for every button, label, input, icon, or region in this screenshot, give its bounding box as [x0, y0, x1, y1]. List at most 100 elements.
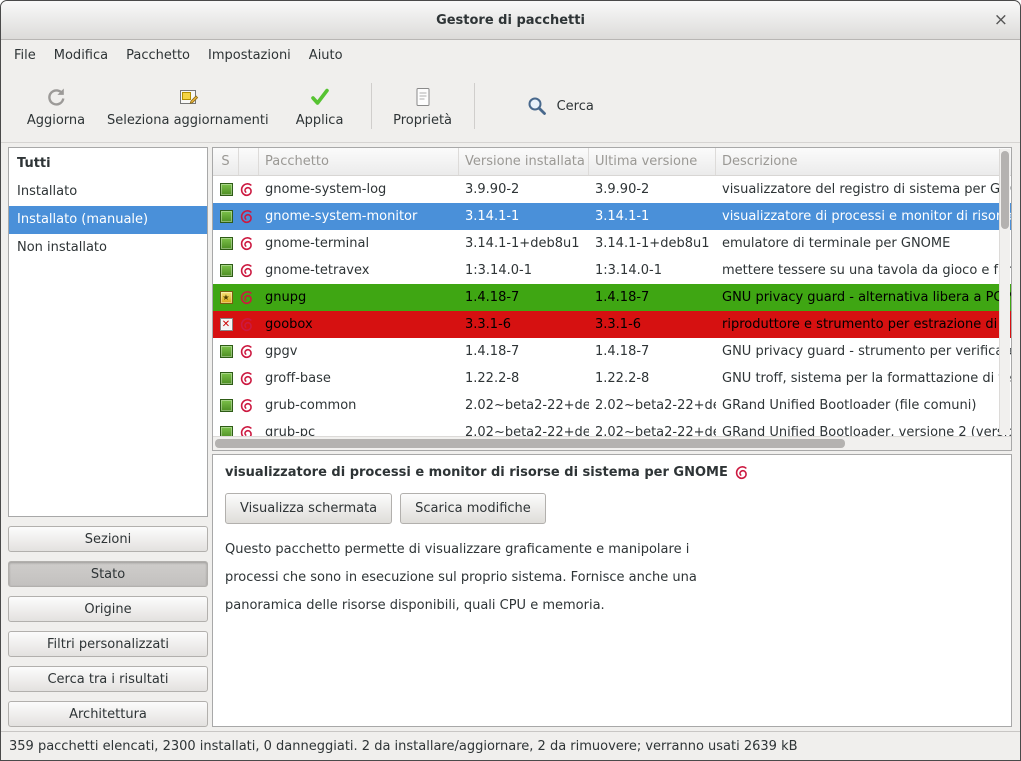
installed-version: 1:3.14.0-1 — [459, 263, 589, 278]
search-button[interactable]: Cerca — [511, 85, 608, 127]
status-filter-list: Tutti Installato Installato (manuale) No… — [8, 147, 208, 517]
installed-version: 1.4.18-7 — [459, 290, 589, 305]
status-bar: 359 pacchetti elencati, 2300 installati,… — [1, 731, 1020, 760]
download-changelog-button[interactable]: Scarica modifiche — [400, 493, 546, 524]
status-cell[interactable] — [213, 318, 239, 331]
table-row[interactable]: gnome-system-monitor 3.14.1-1 3.14.1-1 v… — [213, 203, 1011, 230]
installed-version: 1.22.2-8 — [459, 371, 589, 386]
table-row[interactable]: groff-base 1.22.2-8 1.22.2-8 GNU troff, … — [213, 365, 1011, 392]
description-line: panoramica delle risorse disponibili, qu… — [225, 592, 999, 620]
status-filter-item[interactable]: Non installato — [9, 234, 207, 262]
package-status-icon — [220, 345, 233, 358]
table-row[interactable]: grub-pc 2.02~beta2-22+de 2.02~beta2-22+d… — [213, 419, 1011, 436]
status-filter-item[interactable]: Tutti — [9, 150, 207, 178]
status-cell[interactable] — [213, 183, 239, 196]
package-status-icon — [220, 318, 233, 331]
package-status-icon — [220, 210, 233, 223]
main-area: Tutti Installato Installato (manuale) No… — [1, 143, 1020, 731]
column-header[interactable]: Descrizione — [716, 148, 1011, 175]
table-row[interactable]: grub-common 2.02~beta2-22+de 2.02~beta2-… — [213, 392, 1011, 419]
status-filter-item[interactable]: Installato — [9, 178, 207, 206]
table-row[interactable]: gpgv 1.4.18-7 1.4.18-7 GNU privacy guard… — [213, 338, 1011, 365]
latest-version: 3.9.90-2 — [589, 182, 716, 197]
table-row[interactable]: goobox 3.3.1-6 3.3.1-6 riproduttore e st… — [213, 311, 1011, 338]
horizontal-scrollbar[interactable] — [213, 436, 1011, 450]
menu-item[interactable]: Modifica — [45, 43, 117, 68]
filter-mode-button[interactable]: Cerca tra i risultati — [8, 666, 208, 692]
package-name: goobox — [259, 317, 459, 332]
search-label: Cerca — [557, 99, 594, 114]
column-header[interactable]: Pacchetto — [259, 148, 459, 175]
debian-swirl-icon — [239, 344, 254, 359]
column-header[interactable]: Versione installata — [459, 148, 589, 175]
status-cell[interactable] — [213, 264, 239, 277]
apply-button[interactable]: Applica — [279, 80, 361, 132]
filter-mode-button[interactable]: Origine — [8, 596, 208, 622]
filter-mode-button[interactable]: Sezioni — [8, 526, 208, 552]
refresh-icon — [44, 84, 68, 110]
view-screenshot-button[interactable]: Visualizza schermata — [225, 493, 392, 524]
swirl-cell — [239, 398, 259, 413]
package-status-icon — [220, 264, 233, 277]
table-row[interactable]: gnupg 1.4.18-7 1.4.18-7 GNU privacy guar… — [213, 284, 1011, 311]
properties-button[interactable]: Proprietà — [382, 80, 464, 132]
debian-swirl-icon — [239, 236, 254, 251]
menu-item[interactable]: Impostazioni — [199, 43, 300, 68]
toolbar-separator — [474, 83, 475, 129]
menu-item[interactable]: Pacchetto — [117, 43, 199, 68]
column-header[interactable]: Ultima versione — [589, 148, 716, 175]
vertical-scrollbar-thumb[interactable] — [1001, 151, 1009, 229]
menu-item[interactable]: Aiuto — [300, 43, 352, 68]
status-cell[interactable] — [213, 237, 239, 250]
table-header: S Pacchetto Versione installata Ultima v… — [213, 148, 1011, 176]
table-body: gnome-system-log 3.9.90-2 3.9.90-2 visua… — [213, 176, 1011, 436]
column-header[interactable]: S — [213, 148, 239, 175]
mark-upgrades-label: Seleziona aggiornamenti — [107, 113, 269, 128]
swirl-cell — [239, 371, 259, 386]
latest-version: 2.02~beta2-22+de — [589, 425, 716, 436]
close-icon[interactable]: × — [994, 10, 1008, 30]
installed-version: 1.4.18-7 — [459, 344, 589, 359]
latest-version: 1.4.18-7 — [589, 344, 716, 359]
mark-upgrades-button[interactable]: Seleziona aggiornamenti — [97, 80, 279, 132]
details-description: Questo pacchetto permette di visualizzar… — [225, 536, 999, 620]
status-cell[interactable] — [213, 426, 239, 436]
filter-mode-button[interactable]: Architettura — [8, 701, 208, 727]
menu-item[interactable]: File — [5, 43, 45, 68]
details-title-row: visualizzatore di processi e monitor di … — [225, 465, 999, 480]
status-filter-item[interactable]: Installato (manuale) — [9, 206, 207, 234]
package-status-icon — [220, 237, 233, 250]
filter-mode-button[interactable]: Filtri personalizzati — [8, 631, 208, 657]
horizontal-scrollbar-thumb[interactable] — [215, 439, 845, 448]
filter-mode-buttons: Sezioni Stato Origine Filtri personalizz… — [8, 526, 208, 727]
latest-version: 1.22.2-8 — [589, 371, 716, 386]
package-name: gnupg — [259, 290, 459, 305]
installed-version: 2.02~beta2-22+de — [459, 425, 589, 436]
table-row[interactable]: gnome-tetravex 1:3.14.0-1 1:3.14.0-1 met… — [213, 257, 1011, 284]
status-cell[interactable] — [213, 345, 239, 358]
package-name: groff-base — [259, 371, 459, 386]
installed-version: 3.3.1-6 — [459, 317, 589, 332]
vertical-scrollbar[interactable] — [999, 149, 1010, 435]
table-row[interactable]: gnome-terminal 3.14.1-1+deb8u1 3.14.1-1+… — [213, 230, 1011, 257]
status-cell[interactable] — [213, 372, 239, 385]
apply-label: Applica — [296, 113, 344, 128]
swirl-cell — [239, 425, 259, 436]
package-status-icon — [220, 426, 233, 436]
status-cell[interactable] — [213, 210, 239, 223]
filter-mode-button[interactable]: Stato — [8, 561, 208, 587]
swirl-cell — [239, 344, 259, 359]
table-row[interactable]: gnome-system-log 3.9.90-2 3.9.90-2 visua… — [213, 176, 1011, 203]
status-cell[interactable] — [213, 399, 239, 412]
toolbar-separator — [371, 83, 372, 129]
swirl-cell — [239, 236, 259, 251]
latest-version: 1.4.18-7 — [589, 290, 716, 305]
menu-bar: File Modifica Pacchetto Impostazioni Aiu… — [1, 40, 1020, 70]
refresh-button[interactable]: Aggiorna — [15, 80, 97, 132]
right-panel: S Pacchetto Versione installata Ultima v… — [212, 147, 1012, 727]
package-description: visualizzatore del registro di sistema p… — [716, 182, 1011, 197]
package-description: GNU privacy guard - alternativa libera a… — [716, 290, 1011, 305]
status-cell[interactable] — [213, 291, 239, 304]
column-header[interactable] — [239, 148, 259, 175]
package-status-icon — [220, 183, 233, 196]
